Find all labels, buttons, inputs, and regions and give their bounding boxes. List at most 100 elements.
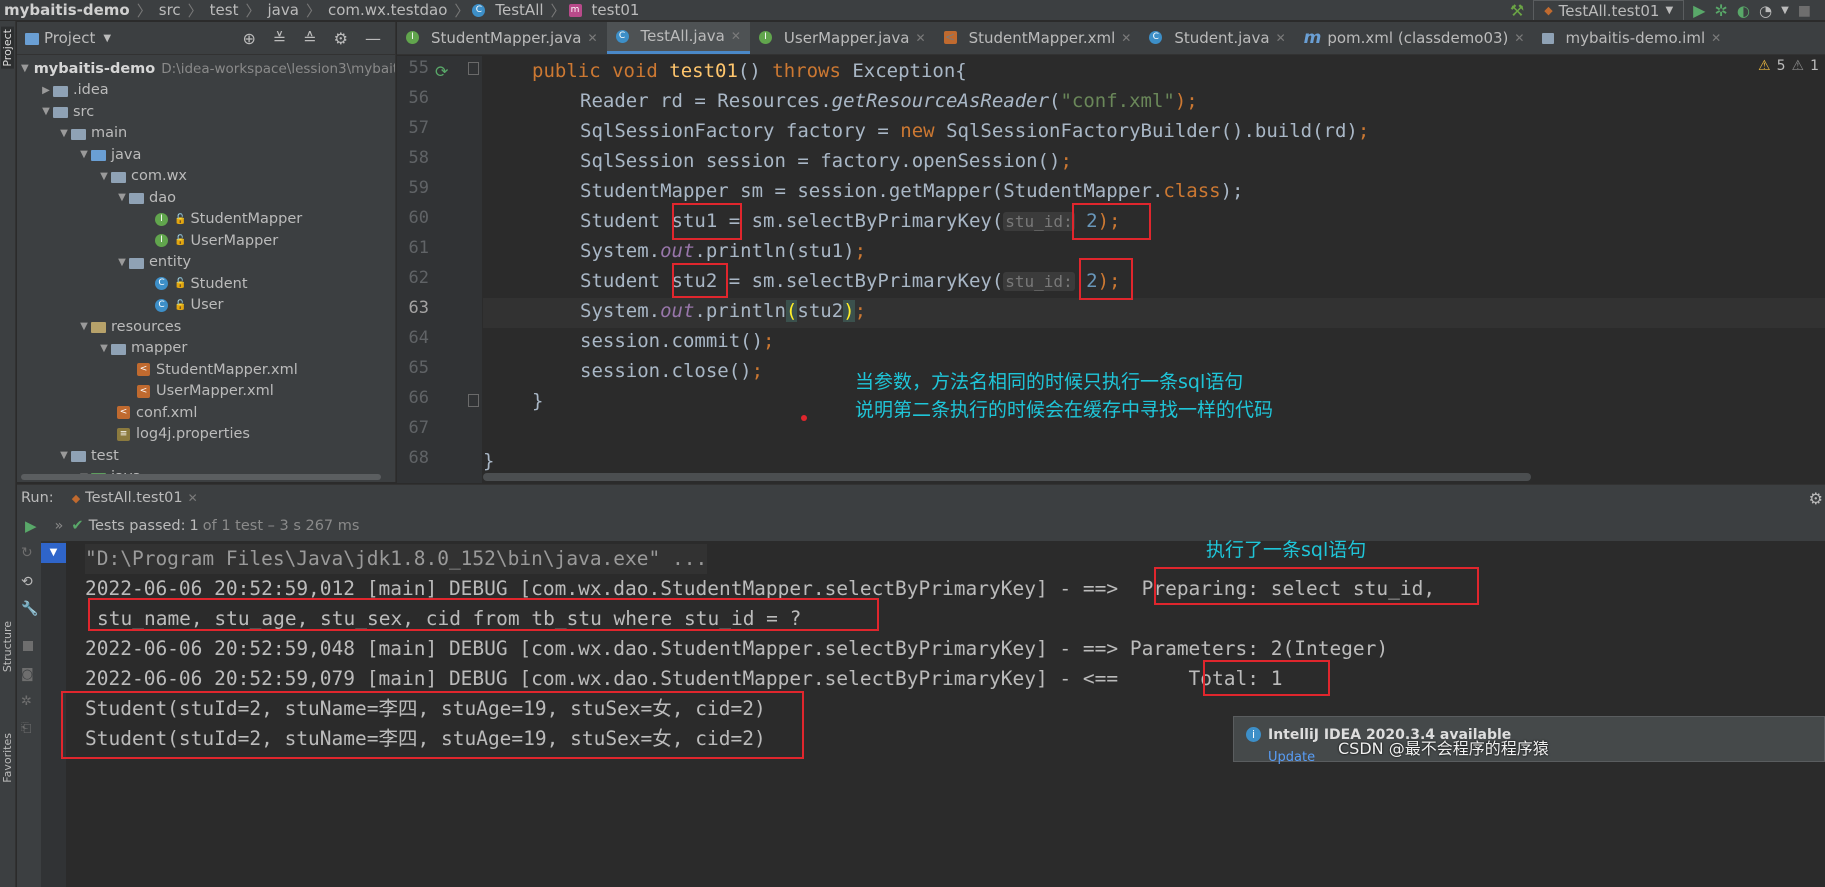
tab-testall-java[interactable]: C TestAll.java ✕ [606,22,750,54]
hide-minus-icon[interactable]: — [365,29,381,48]
line-number: 67 [408,418,429,438]
tree-item-studentmapper[interactable]: I 🔓 StudentMapper [17,209,395,231]
camera-icon[interactable]: ◙ [21,667,34,682]
close-icon[interactable]: ✕ [731,29,741,43]
highlight-box [672,203,742,240]
code-line-65: session.close(); [580,360,764,382]
breadcrumb-java[interactable]: java [264,1,303,19]
toggle-auto-test-icon[interactable]: ⟲ [21,574,33,590]
update-notification[interactable]: i IntelliJ IDEA 2020.3.4 available Updat… [1233,716,1825,765]
horizontal-scrollbar[interactable] [483,473,1531,481]
breadcrumb-project[interactable]: mybaitis-demo [0,1,134,19]
tab-iml[interactable]: mybaitis-demo.iml ✕ [1533,22,1730,54]
tree-item-label: dao [149,189,176,206]
breadcrumb-test[interactable]: test [206,1,243,19]
expand-double-chevron-icon[interactable]: » [55,518,64,534]
rerun-failed-icon[interactable]: ↻ [21,545,33,561]
tree-item-root[interactable]: ▼ mybaitis-demo D:\idea-workspace\lession3… [17,58,395,80]
rerun-icon[interactable]: ▶ [17,517,37,535]
code-editor[interactable]: public void test01() throws Exception{ R… [483,56,1825,483]
fold-marker-icon[interactable] [468,394,479,407]
close-icon[interactable]: ✕ [916,31,926,45]
breadcrumb-class[interactable]: TestAll [491,1,547,19]
xml-file-icon: < [943,30,957,44]
tree-item-java[interactable]: ▼ java [17,144,395,166]
tree-item-com-wx[interactable]: ▼ com.wx [17,166,395,188]
tab-student-java[interactable]: C Student.java ✕ [1140,22,1294,54]
chevron-down-icon[interactable]: ▼ [103,33,111,44]
close-icon[interactable]: ✕ [1276,31,1286,45]
tree-item-usermapper[interactable]: I 🔓 UserMapper [17,230,395,252]
editor-gutter: 55 56 57 58 59 60 61 62 63 64 65 66 67 6… [397,56,482,483]
tree-item-entity[interactable]: ▼ entity [17,252,395,274]
tree-item-usermapper-xml[interactable]: < UserMapper.xml [17,381,395,403]
tree-item-log4j[interactable]: ≡ log4j.properties [17,424,395,446]
update-link[interactable]: Update [1268,750,1315,765]
horizontal-scrollbar[interactable] [17,474,395,482]
interface-icon: I [758,31,772,44]
code-line-60: Student stu1 = sm.selectByPrimaryKey(stu… [580,210,1121,232]
tab-usermapper-java[interactable]: I UserMapper.java ✕ [750,22,935,54]
tab-studentmapper-xml[interactable]: < StudentMapper.xml ✕ [935,22,1141,54]
tree-item-user[interactable]: C 🔓 User [17,295,395,317]
line-number: 64 [408,328,429,348]
line-number: 59 [408,178,429,198]
highlight-box [1203,660,1330,696]
close-icon[interactable]: ✕ [1121,31,1131,45]
tree-item-resources[interactable]: ▼ resources [17,316,395,338]
tree-item-main[interactable]: ▼ main [17,123,395,145]
wrench-icon[interactable]: 🔧 [21,601,38,617]
highlight-box [88,598,879,631]
tab-studentmapper-java[interactable]: I StudentMapper.java ✕ [397,22,607,54]
tree-item-label: StudentMapper [190,211,303,228]
exit-icon[interactable]: ⎗ [21,721,31,736]
chevron-down-icon[interactable]: ▼ [41,543,66,563]
annotation-note: 说明第二条执行的时候会在缓存中寻找一样的代码 [855,399,1274,421]
settings-gear-icon[interactable]: ⚙ [1809,489,1825,508]
close-icon[interactable]: ✕ [587,31,597,45]
locate-target-icon[interactable]: ⊕ [242,29,255,48]
run-tab[interactable]: ◆ TestAll.test01 ✕ [72,490,198,506]
breadcrumb-src[interactable]: src [155,1,185,19]
tab-pom-xml[interactable]: m pom.xml (classdemo03) ✕ [1295,22,1534,54]
breadcrumb-method[interactable]: test01 [588,1,644,19]
run-test-gutter-icon[interactable]: ⟳ [435,62,448,81]
tree-item-conf-xml[interactable]: < conf.xml [17,402,395,424]
profile-icon[interactable]: ◔ [1759,2,1772,20]
debug-bug-icon[interactable]: ✲ [1714,1,1727,20]
build-hammer-icon[interactable]: ⚒ [1510,1,1524,20]
interface-icon: I [406,31,419,44]
test-class-icon: C [615,29,629,43]
tree-item-idea[interactable]: ▶ .idea [17,80,395,102]
tree-item-mapper[interactable]: ▼ mapper [17,338,395,360]
info-icon: i [1246,727,1261,742]
tab-label: StudentMapper.xml [968,28,1116,47]
run-configuration-selector[interactable]: ◆ TestAll.test01 ▼ [1533,0,1685,20]
structure-tool-tab[interactable]: Structure [1,621,14,672]
tab-label: UserMapper.java [783,28,910,47]
settings-gear-icon[interactable]: ⚙ [334,29,348,48]
tree-item-dao[interactable]: ▼ dao [17,187,395,209]
project-tool-tab[interactable]: Project [1,27,14,69]
inspection-widget[interactable]: ⚠ 5 ⚠ 1 [1758,58,1819,74]
close-icon[interactable]: ✕ [1711,31,1721,45]
close-icon[interactable]: ✕ [188,491,198,505]
coverage-icon[interactable]: ◐ [1737,2,1750,20]
expand-all-icon[interactable]: ≚ [273,29,286,48]
code-line-64: session.commit(); [580,330,775,352]
tree-item-src[interactable]: ▼ src [17,101,395,123]
tree-item-student[interactable]: C 🔓 Student [17,273,395,295]
fold-marker-icon[interactable] [468,62,479,75]
run-icon[interactable]: ▶ [1693,1,1705,20]
close-icon[interactable]: ✕ [1514,31,1524,45]
project-panel-title[interactable]: Project [44,29,95,47]
breadcrumb-package[interactable]: com.wx.testdao [324,1,451,19]
tree-item-test[interactable]: ▼ test [17,445,395,467]
more-run-chevron-icon[interactable]: ▼ [1781,5,1789,16]
favorites-tool-tab[interactable]: Favorites [1,733,14,783]
settings-icon[interactable]: ✲ [21,694,32,709]
tab-label: mybaitis-demo.iml [1565,28,1706,47]
console-output[interactable]: "D:\Program Files\Java\jdk1.8.0_152\bin\… [61,539,1825,887]
tree-item-studentmapper-xml[interactable]: < StudentMapper.xml [17,359,395,381]
collapse-all-icon[interactable]: ≙ [303,29,316,48]
